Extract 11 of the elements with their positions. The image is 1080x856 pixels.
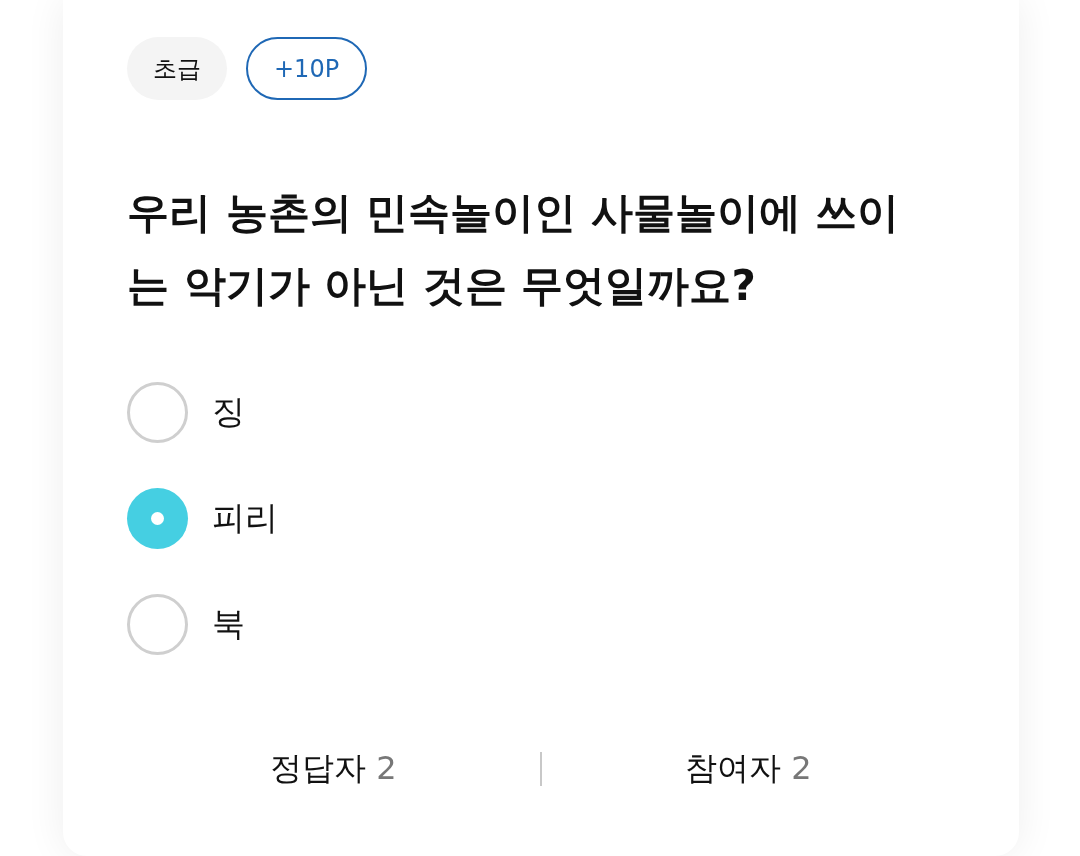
points-tag: +10P xyxy=(246,37,368,100)
option-label: 징 xyxy=(212,391,245,433)
option-label: 북 xyxy=(212,603,245,645)
stat-label: 참여자 xyxy=(685,748,782,789)
stat-count: 2 xyxy=(376,749,397,787)
radio-button[interactable] xyxy=(127,488,188,549)
question-text: 우리 농촌의 민속놀이인 사물놀이에 쓰이는 악기가 아닌 것은 무엇일까요? xyxy=(127,187,901,312)
stat-label: 정답자 xyxy=(270,748,367,789)
stat-count: 2 xyxy=(791,749,812,787)
level-tag: 초급 xyxy=(127,37,227,100)
option-label: 피리 xyxy=(212,497,278,539)
